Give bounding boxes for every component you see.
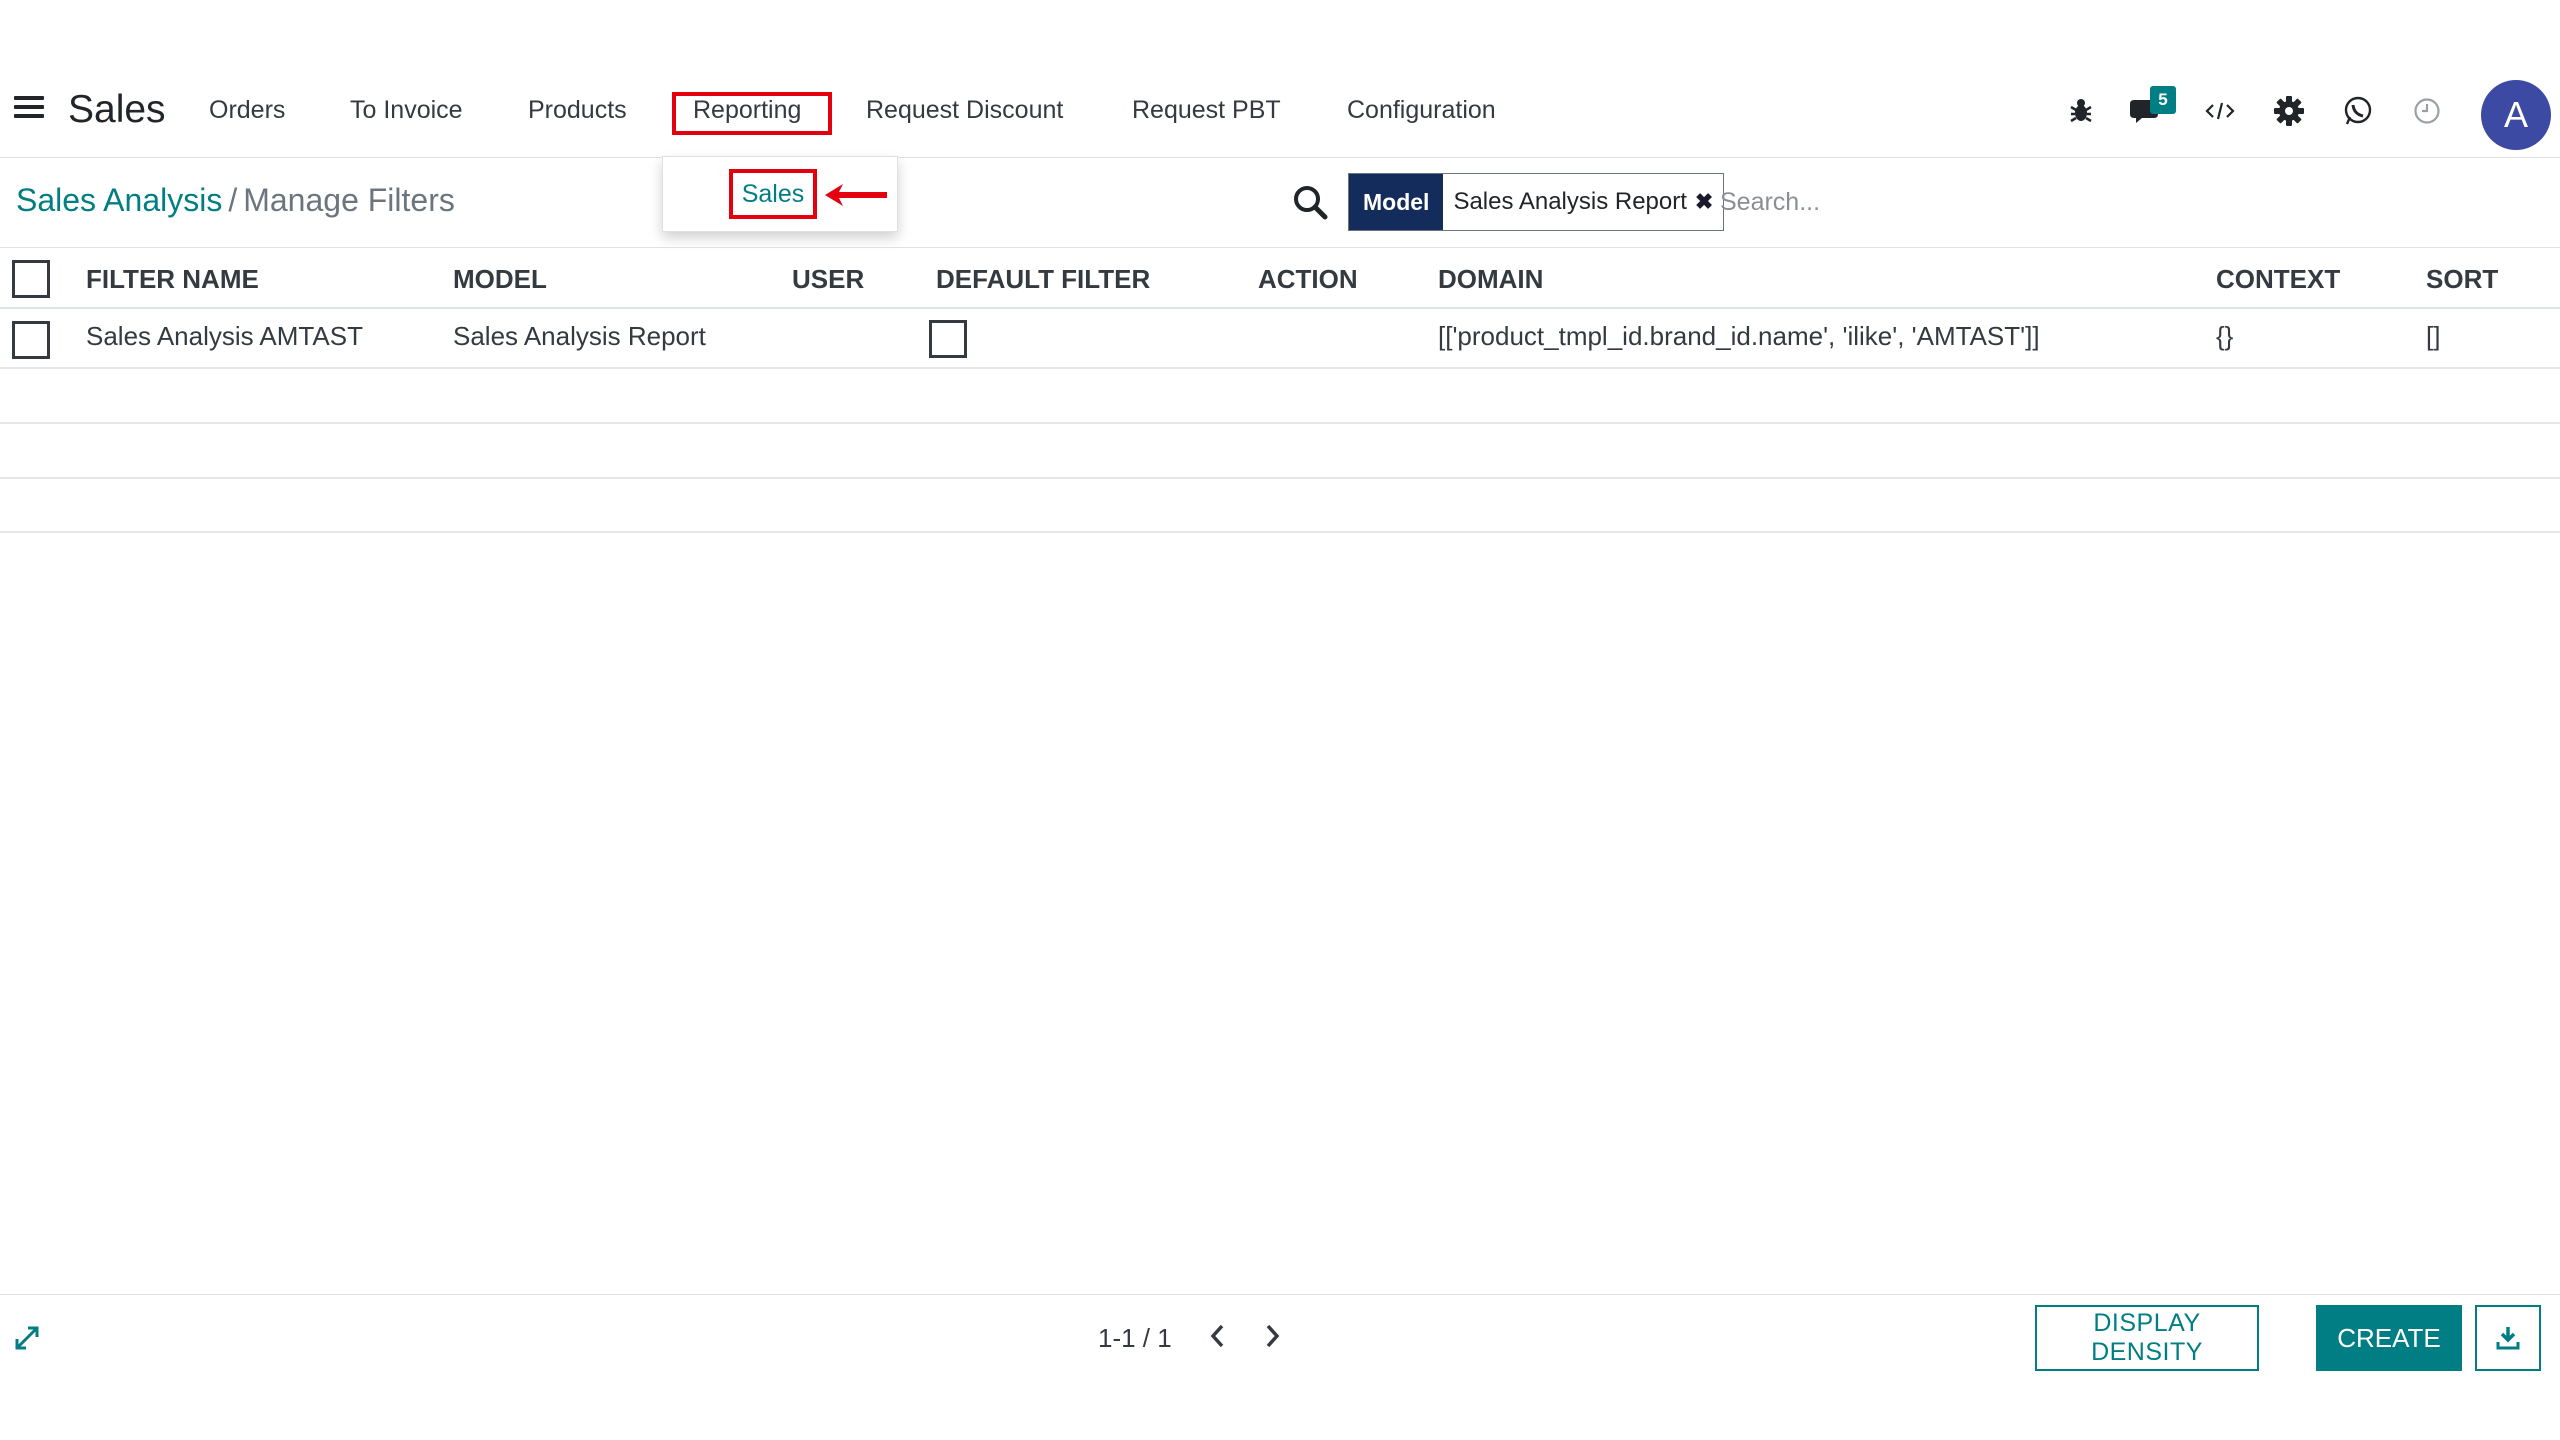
- pager-previous-icon[interactable]: [1206, 1321, 1230, 1351]
- hamburger-menu-icon[interactable]: [14, 96, 44, 120]
- empty-table-row: [0, 424, 2560, 479]
- app-title[interactable]: Sales: [68, 88, 166, 132]
- search-input[interactable]: [1720, 178, 2520, 226]
- display-density-button[interactable]: DISPLAY DENSITY: [2035, 1305, 2259, 1371]
- column-header-sort[interactable]: SORT: [2426, 264, 2498, 295]
- pager-value[interactable]: 1-1 / 1: [1098, 1323, 1172, 1354]
- facet-value-wrap: Sales Analysis Report ✖: [1443, 174, 1723, 230]
- column-header-user[interactable]: USER: [792, 264, 864, 295]
- breadcrumb: Sales Analysis / Manage Filters: [16, 182, 455, 219]
- column-header-default-filter[interactable]: DEFAULT FILTER: [936, 264, 1150, 295]
- main-navbar: Sales Orders To Invoice Products Reporti…: [0, 58, 2560, 158]
- red-arrow-annotation-icon: [825, 184, 887, 206]
- facet-label: Model: [1349, 174, 1444, 230]
- cell-domain[interactable]: [['product_tmpl_id.brand_id.name', 'ilik…: [1438, 321, 2040, 352]
- cell-sort[interactable]: []: [2426, 321, 2440, 352]
- column-header-model[interactable]: MODEL: [453, 264, 547, 295]
- breadcrumb-parent-link[interactable]: Sales Analysis: [16, 182, 222, 218]
- table-row[interactable]: Sales Analysis AMTAST Sales Analysis Rep…: [0, 309, 2560, 369]
- clock-icon[interactable]: [2410, 94, 2444, 128]
- whatsapp-icon[interactable]: [2341, 94, 2375, 128]
- cell-context[interactable]: {}: [2216, 321, 2233, 352]
- menu-item-orders[interactable]: Orders: [209, 96, 285, 125]
- facet-value: Sales Analysis Report: [1453, 188, 1687, 215]
- menu-item-request-pbt[interactable]: Request PBT: [1132, 96, 1281, 125]
- column-header-domain[interactable]: DOMAIN: [1438, 264, 1543, 295]
- download-button[interactable]: [2475, 1305, 2541, 1371]
- code-icon[interactable]: [2203, 94, 2237, 128]
- breadcrumb-separator: /: [228, 182, 238, 218]
- dropdown-item-highlight-box[interactable]: Sales: [729, 169, 817, 219]
- expand-icon[interactable]: [14, 1325, 40, 1351]
- messages-count-badge: 5: [2150, 86, 2176, 114]
- dropdown-item-sales[interactable]: Sales: [742, 180, 805, 209]
- search-icon[interactable]: [1292, 184, 1328, 225]
- create-button[interactable]: CREATE: [2316, 1305, 2462, 1371]
- breadcrumb-current: Manage Filters: [243, 182, 455, 218]
- menu-item-products[interactable]: Products: [528, 96, 627, 125]
- menu-item-to-invoice[interactable]: To Invoice: [350, 96, 463, 125]
- menu-item-configuration[interactable]: Configuration: [1347, 96, 1496, 125]
- reporting-dropdown: Sales: [662, 156, 898, 232]
- gear-icon[interactable]: [2272, 94, 2306, 128]
- select-all-checkbox[interactable]: [12, 260, 50, 298]
- cell-filter-name[interactable]: Sales Analysis AMTAST: [86, 321, 363, 352]
- bug-icon[interactable]: [2064, 94, 2098, 128]
- menu-item-reporting[interactable]: Reporting: [693, 96, 801, 125]
- facet-remove-icon[interactable]: ✖: [1695, 189, 1713, 215]
- column-header-filter-name[interactable]: FILTER NAME: [86, 264, 259, 295]
- cell-default-filter-checkbox[interactable]: [929, 320, 967, 358]
- search-facet: Model Sales Analysis Report ✖: [1348, 173, 1725, 231]
- download-icon: [2496, 1327, 2520, 1350]
- table-header: FILTER NAME MODEL USER DEFAULT FILTER AC…: [0, 247, 2560, 309]
- column-header-context[interactable]: CONTEXT: [2216, 264, 2340, 295]
- cell-model[interactable]: Sales Analysis Report: [453, 321, 706, 352]
- menu-item-request-discount[interactable]: Request Discount: [866, 96, 1063, 125]
- column-header-action[interactable]: ACTION: [1258, 264, 1358, 295]
- user-avatar[interactable]: A: [2481, 80, 2551, 150]
- empty-table-row: [0, 479, 2560, 533]
- list-footer: 1-1 / 1 DISPLAY DENSITY CREATE: [0, 1294, 2560, 1440]
- pager-next-icon[interactable]: [1260, 1321, 1284, 1351]
- empty-table-row: [0, 369, 2560, 424]
- row-select-checkbox[interactable]: [12, 321, 50, 359]
